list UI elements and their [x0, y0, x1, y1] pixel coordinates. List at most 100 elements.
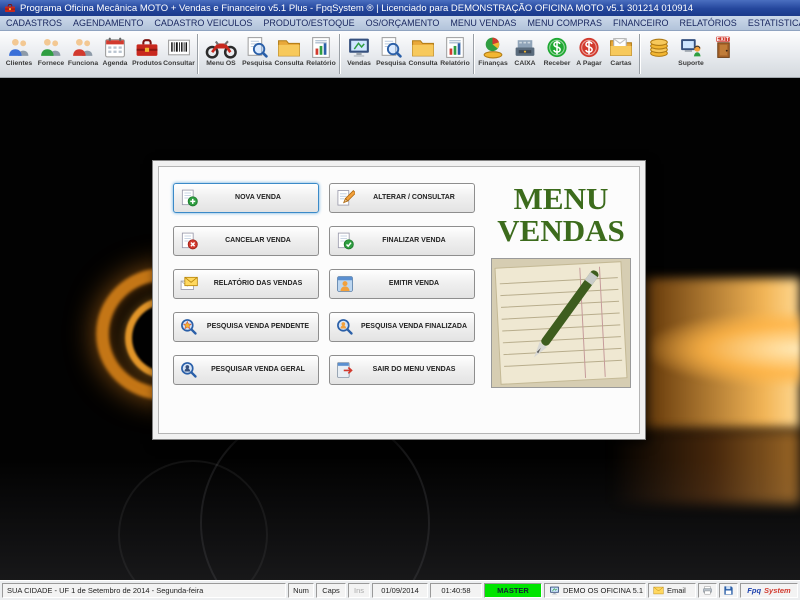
status-email[interactable]: Email — [648, 583, 696, 598]
toolbar-button-consulta-os[interactable]: Consulta — [273, 33, 305, 76]
toolbar-button-pesquisa-os[interactable]: Pesquisa — [241, 33, 273, 76]
toolbar-label: CAIXA — [514, 60, 535, 68]
toolbar-label: Relatório — [306, 60, 335, 68]
menubar-item-menu-compras[interactable]: MENU COMPRAS — [527, 18, 602, 28]
toolbar-button-produtos[interactable]: Produtos — [131, 33, 163, 76]
toolbar-button-agenda[interactable]: Agenda — [99, 33, 131, 76]
finalizar-venda-button[interactable]: FINALIZAR VENDA — [329, 226, 475, 256]
toolbar-button-financas[interactable]: Finanças — [477, 33, 509, 76]
window-title: Programa Oficina Mecânica MOTO + Vendas … — [20, 3, 693, 14]
toolbar-label: Receber — [544, 60, 571, 68]
toolbar-button-pesquisa-vendas[interactable]: Pesquisa — [375, 33, 407, 76]
dialog-right-panel: MENU VENDAS — [483, 167, 639, 433]
pesquisa-venda-pendente-button[interactable]: PESQUISA VENDA PENDENTE — [173, 312, 319, 342]
toolbar-label: Clientes — [6, 60, 32, 68]
toolbar-button-moedas[interactable] — [643, 33, 675, 76]
toolbar-button-menu-os[interactable]: Menu OS — [201, 33, 241, 76]
toolbar-button-cartas[interactable]: Cartas — [605, 33, 637, 76]
report-icon — [308, 35, 334, 60]
search-person-icon — [335, 317, 355, 337]
toolbar-label: Consulta — [274, 60, 303, 68]
toolbar-button-consulta-vendas[interactable]: Consulta — [407, 33, 439, 76]
background-light-core — [650, 311, 800, 387]
toolbar-button-funcionarios[interactable]: Funciona — [67, 33, 99, 76]
toolbar-label: Finanças — [478, 60, 507, 68]
button-label: RELATÓRIO DAS VENDAS — [203, 280, 313, 288]
menubar-item-agendamento[interactable]: AGENDAMENTO — [73, 18, 143, 28]
toolbar-button-relatorio-vendas[interactable]: Relatório — [439, 33, 471, 76]
pesquisa-venda-finalizada-button[interactable]: PESQUISA VENDA FINALIZADA — [329, 312, 475, 342]
menu-vendas-dialog-inner: NOVA VENDA ALTERAR / CONSULTAR CANCELAR … — [158, 166, 640, 434]
button-label: SAIR DO MENU VENDAS — [359, 366, 469, 374]
doc-cancel-icon — [179, 231, 199, 251]
toolbar-button-relatorio-os[interactable]: Relatório — [305, 33, 337, 76]
app-window: Programa Oficina Mecânica MOTO + Vendas … — [0, 0, 800, 600]
products-toolbox-icon — [134, 35, 160, 60]
toolbar-label: Produtos — [132, 60, 162, 68]
status-email-label: Email — [667, 586, 686, 595]
exit-window-icon — [335, 360, 355, 380]
toolbar-button-fornecedores[interactable]: Fornece — [35, 33, 67, 76]
toolbar-button-consultar-produtos[interactable]: Consultar — [163, 33, 195, 76]
brand-fpq: Fpq — [747, 586, 761, 595]
toolbar-button-caixa[interactable]: CAIXA — [509, 33, 541, 76]
menubar-item-produto-estoque[interactable]: PRODUTO/ESTOQUE — [263, 18, 354, 28]
titlebar[interactable]: Programa Oficina Mecânica MOTO + Vendas … — [0, 0, 800, 16]
menubar-item-estatistica[interactable]: ESTATISTICA — [748, 18, 800, 28]
main-workspace: NOVA VENDA ALTERAR / CONSULTAR CANCELAR … — [0, 78, 800, 580]
toolbar-button-sair[interactable]: EXIT — [707, 33, 739, 76]
menubar-item-os-orcamento[interactable]: OS/ORÇAMENTO — [366, 18, 440, 28]
folder-icon — [410, 35, 436, 60]
status-location: SUA CIDADE - UF 1 de Setembro de 2014 - … — [2, 583, 286, 598]
exit-sign-text: EXIT — [717, 37, 730, 43]
disk-icon — [723, 585, 734, 596]
menubar-item-cadastros[interactable]: CADASTROS — [6, 18, 62, 28]
toolbar-label: Pesquisa — [376, 60, 406, 68]
menubar-item-cadastro-veiculos[interactable]: CADASTRO VEICULOS — [154, 18, 252, 28]
toolbar-label: Consulta — [408, 60, 437, 68]
menubar-item-relatorios[interactable]: RELATÓRIOS — [679, 18, 736, 28]
relatorio-das-vendas-button[interactable]: RELATÓRIO DAS VENDAS — [173, 269, 319, 299]
printer-icon — [702, 585, 713, 596]
toolbar-separator — [473, 34, 475, 74]
toolbar-button-vendas[interactable]: Vendas — [343, 33, 375, 76]
nova-venda-button[interactable]: NOVA VENDA — [173, 183, 319, 213]
button-label: NOVA VENDA — [203, 194, 313, 202]
toolbar-label: Pesquisa — [242, 60, 272, 68]
pesquisar-venda-geral-button[interactable]: PESQUISAR VENDA GERAL — [173, 355, 319, 385]
toolbar-button-clientes[interactable]: Clientes — [3, 33, 35, 76]
status-capslock: Caps — [316, 583, 346, 598]
toolbar-button-receber[interactable]: Receber — [541, 33, 573, 76]
toolbar-label: Suporte — [678, 60, 704, 68]
sair-do-menu-vendas-button[interactable]: SAIR DO MENU VENDAS — [329, 355, 475, 385]
menubar-item-financeiro[interactable]: FINANCEIRO — [613, 18, 669, 28]
emitir-venda-button[interactable]: EMITIR VENDA — [329, 269, 475, 299]
toolbar-label: Cartas — [610, 60, 631, 68]
status-profile-label: DEMO OS OFICINA 5.1 — [563, 586, 643, 595]
search-document-icon — [378, 35, 404, 60]
suppliers-icon — [38, 35, 64, 60]
alterar-consultar-button[interactable]: ALTERAR / CONSULTAR — [329, 183, 475, 213]
cancelar-venda-button[interactable]: CANCELAR VENDA — [173, 226, 319, 256]
toolbar-label: Fornece — [38, 60, 64, 68]
toolbar-button-a-pagar[interactable]: A Pagar — [573, 33, 605, 76]
button-label: ALTERAR / CONSULTAR — [359, 194, 469, 202]
status-save[interactable] — [719, 583, 738, 598]
menubar: CADASTROS AGENDAMENTO CADASTRO VEICULOS … — [0, 16, 800, 31]
toolbar-separator — [339, 34, 341, 74]
button-label: PESQUISA VENDA PENDENTE — [203, 323, 313, 331]
status-printer[interactable] — [698, 583, 717, 598]
statusbar: SUA CIDADE - UF 1 de Setembro de 2014 - … — [0, 580, 800, 600]
menu-vendas-dialog: NOVA VENDA ALTERAR / CONSULTAR CANCELAR … — [152, 160, 646, 440]
email-envelope-icon — [653, 585, 664, 596]
toolbar-label: Relatório — [440, 60, 469, 68]
toolbar-label: A Pagar — [576, 60, 601, 68]
status-numlock: Num — [288, 583, 314, 598]
toolbar-label: Consultar — [163, 60, 195, 68]
report-icon — [442, 35, 468, 60]
menubar-item-menu-vendas[interactable]: MENU VENDAS — [450, 18, 516, 28]
dollar-green-icon — [544, 35, 570, 60]
toolbar-button-suporte[interactable]: Suporte — [675, 33, 707, 76]
status-brand: FpqSystem — [740, 583, 798, 598]
toolbar-separator — [197, 34, 199, 74]
